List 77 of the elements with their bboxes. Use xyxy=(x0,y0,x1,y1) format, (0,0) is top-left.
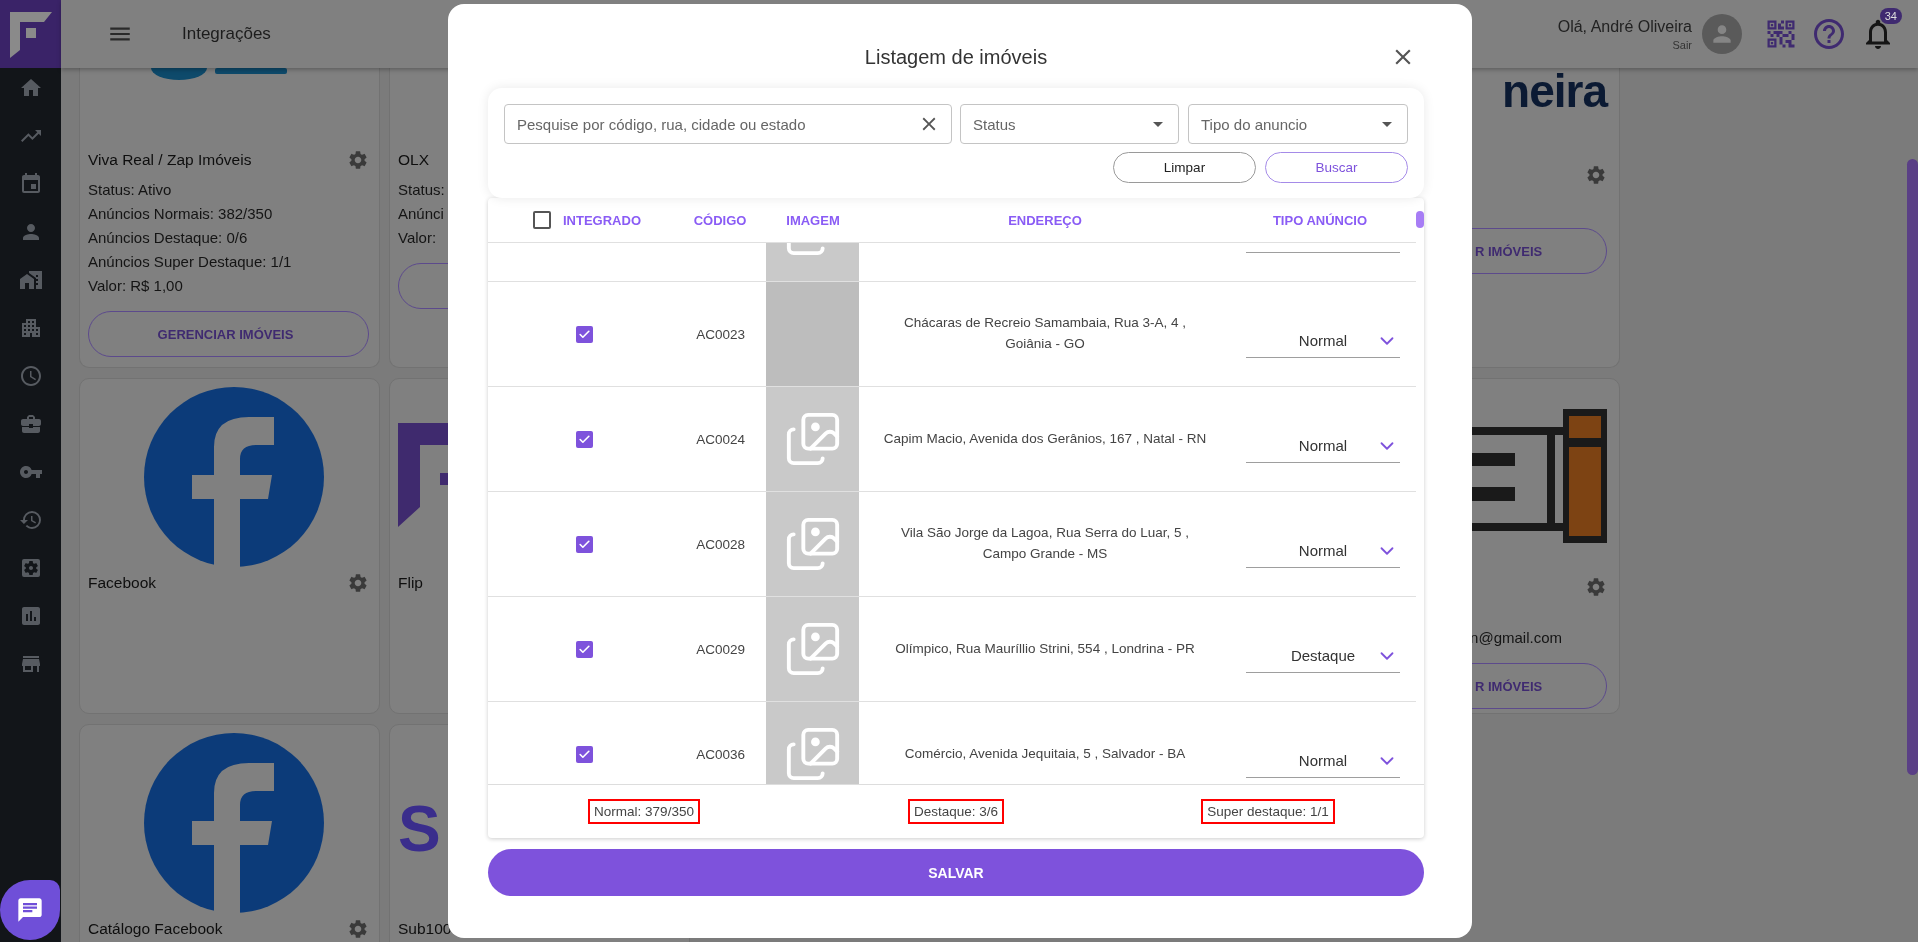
dropdown-arrow-icon xyxy=(1382,121,1392,127)
integration-title: Catálogo Facebook xyxy=(88,920,223,938)
dropdown-arrow-icon xyxy=(1153,121,1163,127)
checkbox[interactable] xyxy=(575,325,593,343)
greeting-text: Olá, André Oliveira xyxy=(1557,17,1692,36)
scrollbar-thumb[interactable] xyxy=(1907,159,1918,775)
notification-badge: 34 xyxy=(1879,8,1902,24)
check-icon xyxy=(577,432,591,446)
brand-logo: S xyxy=(398,797,440,861)
address-text: Chácaras de Recreio Samambaia, Rua 3-A, 4 , Goiânia - GO xyxy=(902,314,1188,353)
email-text: n@gmail.com xyxy=(1470,628,1562,648)
table-cell: AC0036 xyxy=(696,746,745,762)
column-header: CÓDIGO xyxy=(693,212,747,228)
search-button[interactable]: Buscar xyxy=(1265,152,1408,183)
brand-logo: neira xyxy=(1502,68,1607,114)
page-title: Integrações xyxy=(182,24,271,44)
info-text: Anúncios Destaque: 0/6 xyxy=(88,228,248,248)
integration-title: OLX xyxy=(398,151,429,169)
modal-title: Listagem de imóveis xyxy=(864,45,1048,69)
info-text: Status: xyxy=(398,180,445,200)
settings-icon[interactable] xyxy=(347,572,369,594)
check-icon xyxy=(577,642,591,656)
checkbox[interactable] xyxy=(575,535,593,553)
total-count: Normal: 379/350 xyxy=(588,799,700,824)
check-icon xyxy=(577,747,591,761)
table-cell: AC0024 xyxy=(696,431,745,447)
dropdown-field[interactable]: Tipo do anuncio xyxy=(1188,104,1408,144)
integration-title: Facebook xyxy=(88,574,157,592)
table-cell: AC0028 xyxy=(696,536,745,552)
info-text: Valor: xyxy=(398,228,437,248)
avatar-icon[interactable] xyxy=(1702,14,1742,54)
info-text: Anúnci xyxy=(398,204,444,224)
briefcase-icon[interactable] xyxy=(18,412,43,436)
checkbox[interactable] xyxy=(575,745,593,763)
clock-icon[interactable] xyxy=(18,364,43,388)
settings-icon[interactable] xyxy=(1585,164,1607,186)
checkbox[interactable] xyxy=(533,211,551,229)
integration-title: Sub100 xyxy=(398,920,452,938)
chat-icon xyxy=(16,896,44,924)
save-button[interactable]: SALVAR xyxy=(488,849,1424,896)
checkbox[interactable] xyxy=(575,430,593,448)
column-header: TIPO ANÚNCIO xyxy=(1272,212,1368,228)
settings-icon[interactable] xyxy=(1585,576,1607,598)
integration-title: Viva Real / Zap Imóveis xyxy=(88,151,252,169)
type-dropdown[interactable]: Normal xyxy=(1246,534,1400,568)
info-text: Anúncios Normais: 382/350 xyxy=(88,204,273,224)
type-dropdown[interactable]: Normal xyxy=(1246,429,1400,463)
column-header: INTEGRADO xyxy=(563,212,641,228)
info-text: Valor: R$ 1,00 xyxy=(88,276,183,296)
total-count: Super destaque: 1/1 xyxy=(1201,799,1335,824)
check-icon xyxy=(577,537,591,551)
address-text: Olímpico, Rua Mauríllio Strini, 554 , Londrina - PR xyxy=(895,639,1195,658)
search-field[interactable]: Pesquise por código, rua, cidade ou estado xyxy=(504,104,952,144)
type-dropdown[interactable]: Normal xyxy=(1246,744,1400,778)
settings-icon[interactable] xyxy=(347,918,369,940)
column-header: IMAGEM xyxy=(786,212,840,228)
check-icon xyxy=(577,327,591,341)
integration-title: Flip xyxy=(398,574,423,592)
dropdown-field[interactable]: Status xyxy=(960,104,1179,144)
address-text: Comércio, Avenida Jequitaia, 5 , Salvador - BA xyxy=(904,744,1186,763)
scrollbar-thumb[interactable] xyxy=(1416,211,1424,228)
checkbox[interactable] xyxy=(575,640,593,658)
clear-button[interactable]: Limpar xyxy=(1113,152,1256,183)
table-cell: AC0023 xyxy=(696,326,745,342)
restore-icon[interactable] xyxy=(18,508,43,532)
info-text: Status: Ativo xyxy=(88,180,172,200)
settings-icon[interactable] xyxy=(347,149,369,171)
house-icon[interactable] xyxy=(18,268,43,292)
type-dropdown[interactable]: Normal xyxy=(1246,324,1400,358)
type-dropdown[interactable]: Destaque xyxy=(1246,639,1400,673)
info-text: Anúncios Super Destaque: 1/1 xyxy=(88,252,292,272)
address-text: Vila São Jorge da Lagoa, Rua Serra do Luar, 5 , Campo Grande - MS xyxy=(900,524,1190,563)
table-cell: AC0029 xyxy=(696,641,745,657)
total-count: Destaque: 3/6 xyxy=(907,799,1005,824)
help-icon[interactable] xyxy=(1811,16,1847,52)
column-header: ENDEREÇO xyxy=(1008,212,1082,228)
address-text: Capim Macio, Avenida dos Gerânios, 167 , Natal - RN xyxy=(883,429,1207,448)
